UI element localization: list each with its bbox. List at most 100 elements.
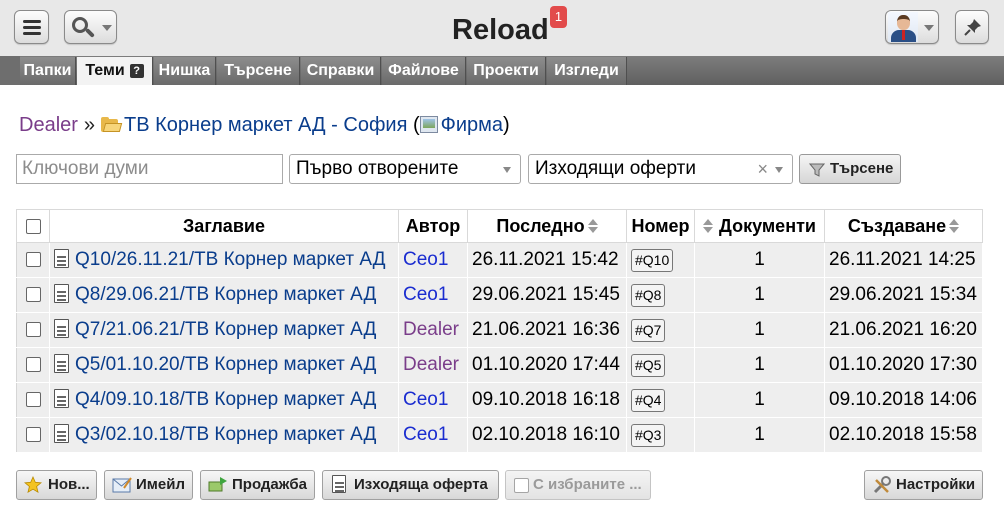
- author-link[interactable]: Ceo1: [403, 424, 448, 445]
- tab-projects[interactable]: Проекти: [467, 57, 546, 85]
- breadcrumb: Dealer» ТВ Корнер маркет АД - София (Фирм…: [19, 114, 510, 136]
- email-button[interactable]: Имейл: [104, 470, 193, 500]
- table-row[interactable]: Q4/09.10.18/ТВ Корнер маркет АД Ceo1 09.…: [16, 382, 983, 418]
- star-icon: [24, 476, 42, 494]
- order-select[interactable]: Първо отворените: [289, 154, 521, 184]
- author-link[interactable]: Ceo1: [403, 389, 448, 410]
- number-tag[interactable]: #Q5: [631, 353, 666, 377]
- documents-count-cell: 1: [694, 277, 825, 313]
- clear-selection-icon[interactable]: ×: [757, 155, 768, 183]
- topic-title-link[interactable]: Q3/02.10.18/ТВ Корнер маркет АД: [75, 424, 376, 445]
- new-button[interactable]: Нов...: [16, 470, 97, 500]
- sort-icon: [587, 218, 598, 234]
- document-icon: [54, 319, 69, 338]
- author-link[interactable]: Ceo1: [403, 284, 448, 305]
- search-menu-button[interactable]: [64, 10, 117, 44]
- row-checkbox[interactable]: [25, 427, 41, 443]
- breadcrumb-folder-link[interactable]: ТВ Корнер маркет АД - София: [124, 114, 407, 136]
- main-menu-button[interactable]: [14, 10, 49, 44]
- topic-title-link[interactable]: Q8/29.06.21/ТВ Корнер маркет АД: [75, 284, 376, 305]
- tab-files[interactable]: Файлове: [382, 57, 466, 85]
- number-tag[interactable]: #Q8: [631, 283, 666, 307]
- created-cell: 01.10.2020 17:30: [824, 347, 983, 383]
- pushpin-icon: [964, 19, 981, 36]
- tab-search[interactable]: Търсене: [217, 57, 300, 85]
- tab-thread[interactable]: Нишка: [154, 57, 216, 85]
- created-cell: 29.06.2021 15:34: [824, 277, 983, 313]
- sort-icon: [703, 218, 714, 234]
- column-header-title[interactable]: Заглавие: [49, 209, 399, 243]
- company-card-icon: [419, 116, 438, 133]
- user-menu-button[interactable]: [885, 10, 939, 44]
- tab-views[interactable]: Изгледи: [547, 57, 627, 85]
- column-header-number[interactable]: Номер: [626, 209, 695, 243]
- help-icon[interactable]: ?: [129, 64, 144, 78]
- keywords-input[interactable]: [16, 154, 283, 184]
- row-checkbox[interactable]: [25, 322, 41, 338]
- created-cell: 21.06.2021 16:20: [824, 312, 983, 348]
- author-link[interactable]: Ceo1: [403, 249, 448, 270]
- topic-title-link[interactable]: Q4/09.10.18/ТВ Корнер маркет АД: [75, 389, 376, 410]
- table-row[interactable]: Q7/21.06.21/ТВ Корнер маркет АД Dealer 2…: [16, 312, 983, 348]
- type-select[interactable]: Изходящи оферти ×: [528, 154, 793, 184]
- row-checkbox[interactable]: [25, 287, 41, 303]
- author-link[interactable]: Dealer: [403, 319, 459, 340]
- document-icon: [54, 389, 69, 408]
- number-tag[interactable]: #Q7: [631, 318, 666, 342]
- last-activity-cell: 01.10.2020 17:44: [467, 347, 627, 383]
- search-button[interactable]: Търсене: [799, 154, 901, 184]
- tab-folders[interactable]: Папки: [20, 57, 76, 85]
- row-checkbox[interactable]: [25, 392, 41, 408]
- created-cell: 02.10.2018 15:58: [824, 417, 983, 453]
- topics-table: Заглавие Автор Последно Номер Документи …: [16, 209, 983, 453]
- table-row[interactable]: Q8/29.06.21/ТВ Корнер маркет АД Ceo1 29.…: [16, 277, 983, 313]
- top-bar: Reload 1: [0, 0, 1004, 56]
- table-header-row: Заглавие Автор Последно Номер Документи …: [16, 209, 983, 243]
- with-selected-button[interactable]: С избраните ...: [505, 470, 651, 500]
- table-row[interactable]: Q3/02.10.18/ТВ Корнер маркет АД Ceo1 02.…: [16, 417, 983, 453]
- tab-reports[interactable]: Справки: [301, 57, 381, 85]
- pin-button[interactable]: [955, 10, 989, 44]
- avatar: [888, 12, 918, 42]
- chevron-down-icon: [924, 25, 934, 31]
- breadcrumb-firm-link[interactable]: Фирма: [441, 114, 503, 136]
- folder-open-icon: [101, 117, 123, 132]
- nav-bar: Папки Теми? Нишка Търсене Справки Файлов…: [0, 56, 1004, 85]
- breadcrumb-root-link[interactable]: Dealer: [19, 114, 78, 136]
- topic-title-link[interactable]: Q10/26.11.21/ТВ Корнер маркет АД: [75, 249, 386, 270]
- breadcrumb-separator: »: [83, 114, 96, 136]
- last-activity-cell: 09.10.2018 16:18: [467, 382, 627, 418]
- topic-title-link[interactable]: Q5/01.10.20/ТВ Корнер маркет АД: [75, 354, 376, 375]
- select-all-cell: [16, 209, 50, 243]
- number-tag[interactable]: #Q3: [631, 423, 666, 447]
- notification-badge[interactable]: 1: [550, 6, 567, 28]
- column-header-created[interactable]: Създаване: [824, 209, 983, 243]
- row-checkbox[interactable]: [25, 357, 41, 373]
- table-row[interactable]: Q5/01.10.20/ТВ Корнер маркет АД Dealer 0…: [16, 347, 983, 383]
- column-header-author[interactable]: Автор: [398, 209, 468, 243]
- documents-count-cell: 1: [694, 382, 825, 418]
- checkbox-icon: [514, 478, 529, 493]
- table-row[interactable]: Q10/26.11.21/ТВ Корнер маркет АД Ceo1 26…: [16, 242, 983, 278]
- outgoing-offer-button[interactable]: Изходяща оферта: [322, 470, 499, 500]
- number-tag[interactable]: #Q10: [631, 248, 674, 272]
- document-icon: [332, 475, 346, 493]
- author-link[interactable]: Dealer: [403, 354, 459, 375]
- sale-button[interactable]: Продажба: [200, 470, 315, 500]
- last-activity-cell: 02.10.2018 16:10: [467, 417, 627, 453]
- row-checkbox[interactable]: [25, 252, 41, 268]
- topic-title-link[interactable]: Q7/21.06.21/ТВ Корнер маркет АД: [75, 319, 376, 340]
- last-activity-cell: 29.06.2021 15:45: [467, 277, 627, 313]
- filter-icon: [809, 163, 825, 177]
- last-activity-cell: 21.06.2021 16:36: [467, 312, 627, 348]
- settings-button[interactable]: Настройки: [864, 470, 983, 500]
- tab-topics[interactable]: Теми?: [77, 57, 153, 85]
- document-icon: [54, 424, 69, 443]
- documents-count-cell: 1: [694, 242, 825, 278]
- select-all-checkbox[interactable]: [25, 219, 41, 235]
- documents-count-cell: 1: [694, 312, 825, 348]
- column-header-last[interactable]: Последно: [467, 209, 627, 243]
- number-tag[interactable]: #Q4: [631, 388, 666, 412]
- column-header-documents[interactable]: Документи: [694, 209, 825, 243]
- document-icon: [54, 354, 69, 373]
